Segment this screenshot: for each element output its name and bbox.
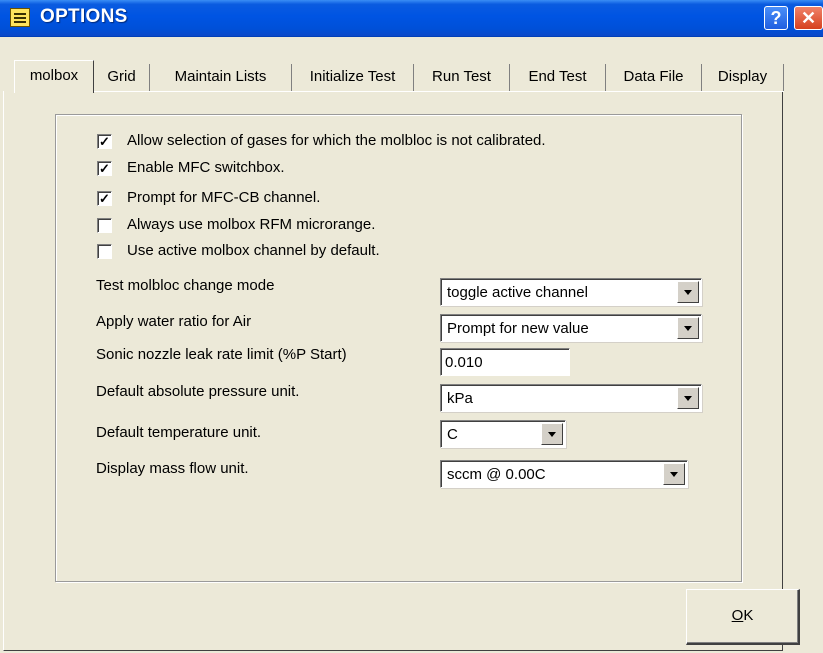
- title-bar[interactable]: OPTIONS ? ✕: [0, 0, 823, 37]
- select-value: sccm @ 0.00C: [447, 466, 546, 483]
- chevron-down-icon[interactable]: [663, 463, 685, 485]
- select-value: toggle active channel: [447, 284, 588, 301]
- checkbox-box[interactable]: [97, 244, 112, 259]
- select-value: C: [447, 426, 458, 443]
- checkbox-box[interactable]: ✓: [97, 161, 112, 176]
- leak-rate-label: Sonic nozzle leak rate limit (%P Start): [96, 346, 347, 363]
- checkbox-box[interactable]: [97, 218, 112, 233]
- tab-molbox[interactable]: molbox: [14, 60, 94, 93]
- checkbox-label: Enable MFC switchbox.: [127, 159, 285, 176]
- temperature-unit-select[interactable]: C: [440, 420, 566, 448]
- tab-data-file[interactable]: Data File: [606, 64, 702, 91]
- leak-rate-input[interactable]: 0.010: [440, 348, 570, 376]
- checkbox-label: Always use molbox RFM microrange.: [127, 216, 376, 233]
- chevron-down-icon[interactable]: [677, 387, 699, 409]
- close-button[interactable]: ✕: [794, 6, 823, 30]
- mass-flow-unit-select[interactable]: sccm @ 0.00C: [440, 460, 688, 488]
- tab-maintain-lists[interactable]: Maintain Lists: [150, 64, 292, 91]
- chevron-down-icon[interactable]: [677, 281, 699, 303]
- mass-flow-unit-label: Display mass flow unit.: [96, 460, 249, 477]
- window-title: OPTIONS: [40, 6, 128, 27]
- test-change-mode-label: Test molbloc change mode: [96, 277, 275, 294]
- tab-grid[interactable]: Grid: [94, 64, 150, 91]
- help-button[interactable]: ?: [764, 6, 788, 30]
- pressure-unit-label: Default absolute pressure unit.: [96, 383, 300, 400]
- test-change-mode-select[interactable]: toggle active channel: [440, 278, 702, 306]
- chevron-down-icon[interactable]: [541, 423, 563, 445]
- chevron-down-icon[interactable]: [677, 317, 699, 339]
- temperature-unit-label: Default temperature unit.: [96, 424, 262, 441]
- checkbox-label: Allow selection of gases for which the m…: [127, 132, 546, 149]
- pressure-unit-select[interactable]: kPa: [440, 384, 702, 412]
- input-value: 0.010: [445, 354, 483, 371]
- water-ratio-label: Apply water ratio for Air: [96, 313, 252, 330]
- tab-initialize-test[interactable]: Initialize Test: [292, 64, 414, 91]
- checkbox-label: Prompt for MFC-CB channel.: [127, 189, 321, 206]
- tab-end-test[interactable]: End Test: [510, 64, 606, 91]
- checkbox-label: Use active molbox channel by default.: [127, 242, 380, 259]
- options-app-icon: [10, 8, 30, 27]
- checkbox-box[interactable]: ✓: [97, 191, 112, 206]
- tab-strip-border: [94, 91, 784, 92]
- ok-button[interactable]: OK: [686, 589, 800, 645]
- ok-button-label-rest: K: [743, 607, 754, 624]
- water-ratio-select[interactable]: Prompt for new value: [440, 314, 702, 342]
- select-value: Prompt for new value: [447, 320, 589, 337]
- checkbox-box[interactable]: ✓: [97, 134, 112, 149]
- select-value: kPa: [447, 390, 473, 407]
- ok-button-accel: O: [731, 607, 744, 624]
- tab-run-test[interactable]: Run Test: [414, 64, 510, 91]
- tab-display[interactable]: Display: [702, 64, 784, 91]
